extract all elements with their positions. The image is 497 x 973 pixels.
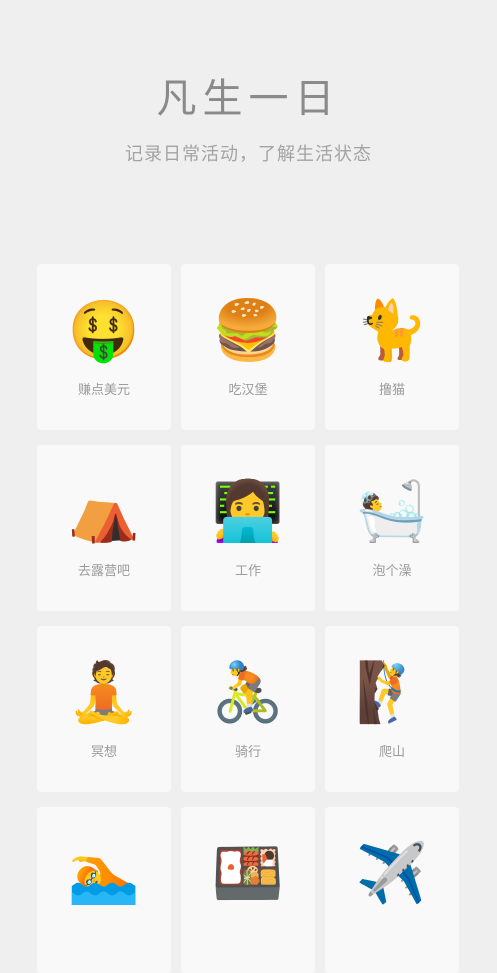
activity-card-cycling[interactable]: 🚴 骑行	[181, 626, 315, 792]
app-title: 凡生一日	[156, 76, 341, 122]
activity-card-swimming[interactable]: 🏊	[37, 807, 171, 973]
activity-label: 去露营吧	[77, 564, 130, 579]
activity-card-camping[interactable]: ⛺ 去露营吧	[37, 445, 171, 611]
activity-label: 撸猫	[378, 383, 405, 398]
activity-card-eat-burger[interactable]: 🍔 吃汉堡	[181, 264, 315, 430]
activity-card-earn-dollars[interactable]: 🤑 赚点美元	[37, 264, 171, 430]
bento-box-icon: 🍱	[211, 839, 285, 907]
activity-card-climbing[interactable]: 🧗 爬山	[325, 626, 459, 792]
activity-label: 赚点美元	[77, 383, 130, 398]
activity-grid: 🤑 赚点美元 🍔 吃汉堡 🐈 撸猫 ⛺ 去露营吧 👩‍💻 工作 🛀 泡个澡 🧘 …	[37, 264, 461, 973]
activity-label: 吃汉堡	[228, 383, 268, 398]
cat-icon: 🐈	[355, 296, 429, 364]
app-subtitle: 记录日常活动，了解生活状态	[125, 144, 372, 165]
bathtub-icon: 🛀	[355, 477, 429, 545]
camping-tent-icon: ⛺	[67, 477, 141, 545]
activity-card-pet-cat[interactable]: 🐈 撸猫	[325, 264, 459, 430]
activity-card-bath[interactable]: 🛀 泡个澡	[325, 445, 459, 611]
activity-card-work[interactable]: 👩‍💻 工作	[181, 445, 315, 611]
woman-with-laptop-icon: 👩‍💻	[211, 477, 285, 545]
cyclist-icon: 🚴	[211, 658, 285, 726]
activity-label: 骑行	[234, 745, 261, 760]
activity-card-travel[interactable]: ✈️	[325, 807, 459, 973]
hamburger-icon: 🍔	[211, 296, 285, 364]
activity-card-meditate[interactable]: 🧘 冥想	[37, 626, 171, 792]
rock-climbing-icon: 🧗	[355, 658, 429, 726]
activity-label: 工作	[234, 564, 261, 579]
activity-card-bento[interactable]: 🍱	[181, 807, 315, 973]
activity-label: 爬山	[378, 745, 405, 760]
money-mouth-face-icon: 🤑	[67, 296, 141, 364]
meditation-icon: 🧘	[67, 658, 141, 726]
activity-label: 泡个澡	[372, 564, 412, 579]
airplane-icon: ✈️	[355, 839, 429, 907]
activity-label: 冥想	[90, 745, 117, 760]
swimming-icon: 🏊	[67, 839, 141, 907]
